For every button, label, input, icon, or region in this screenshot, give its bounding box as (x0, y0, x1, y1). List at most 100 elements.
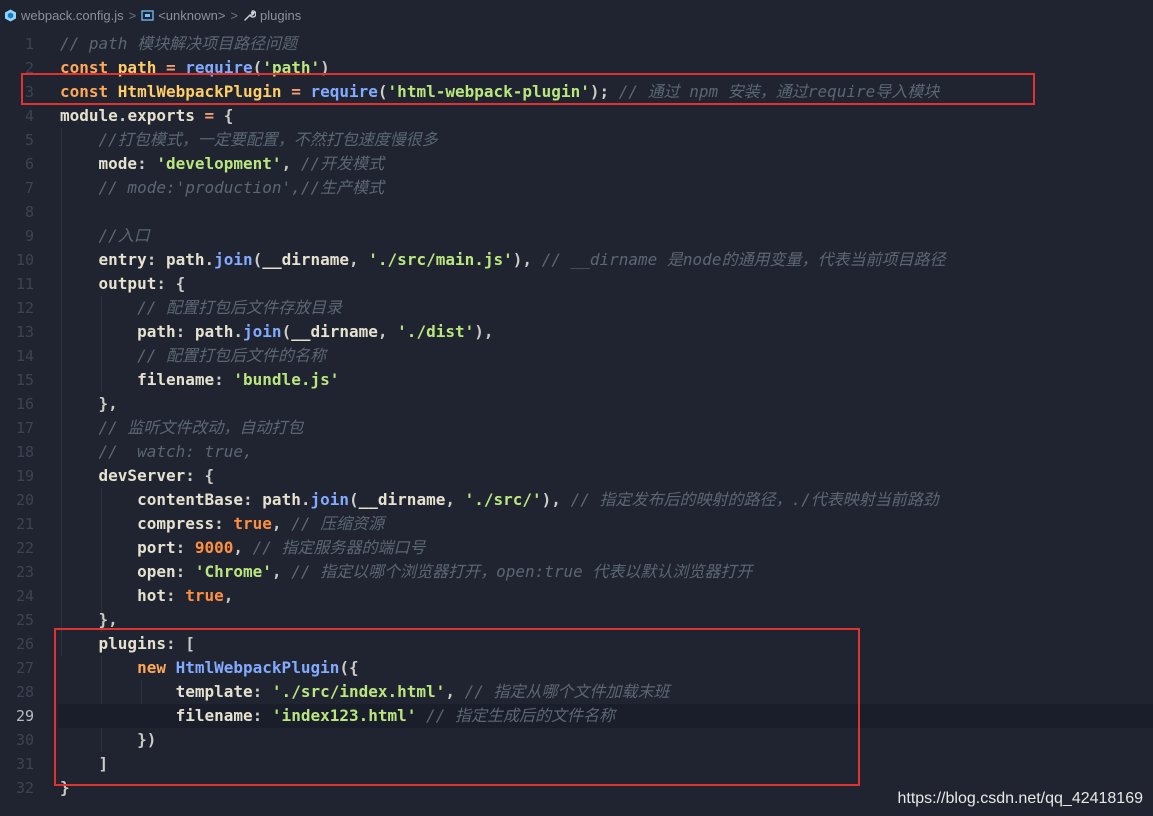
token-pun: : (175, 562, 195, 581)
token-pun: : { (156, 274, 186, 293)
line-number: 28 (15, 683, 34, 701)
code-line[interactable]: 14 // 配置打包后文件的名称 (0, 344, 1153, 368)
code-line[interactable]: 11 output: { (0, 272, 1153, 296)
code-line[interactable]: 19 devServer: { (0, 464, 1153, 488)
token-num: 9000 (194, 538, 234, 557)
token-pun: : (146, 250, 166, 269)
code-text: devServer: { (60, 464, 215, 488)
token-dim (60, 394, 99, 413)
token-prop: output (98, 274, 157, 293)
token-str: './src/' (464, 490, 542, 509)
token-dim (60, 418, 99, 437)
token-pun: , (349, 250, 369, 269)
token-bool: true (185, 586, 224, 605)
code-line[interactable]: 15 filename: 'bundle.js' (0, 368, 1153, 392)
line-number: 32 (15, 779, 34, 797)
token-pun: , (281, 154, 301, 173)
code-text: mode: 'development', //开发模式 (60, 152, 385, 176)
line-number: 27 (15, 659, 34, 677)
code-line[interactable]: 5 //打包模式，一定要配置，不然打包速度慢很多 (0, 128, 1153, 152)
token-prop: hot (137, 586, 166, 605)
token-cm: // 指定发布后的映射的路径，./代表映射当前路劲 (570, 490, 939, 509)
line-number: 24 (15, 587, 34, 605)
breadcrumb-symbol[interactable]: <unknown> (141, 8, 225, 23)
code-line[interactable]: 10 entry: path.join(__dirname, './src/ma… (0, 248, 1153, 272)
code-text: // 配置打包后文件存放目录 (60, 296, 342, 320)
code-line[interactable]: 18 // watch: true, (0, 440, 1153, 464)
token-pun: { (223, 106, 234, 125)
token-pun: , (223, 586, 234, 605)
code-text: compress: true, // 压缩资源 (60, 512, 384, 536)
token-fn: join (243, 322, 282, 341)
code-text: module.exports = { (60, 104, 233, 128)
token-prop: entry (98, 250, 147, 269)
breadcrumb-separator: > (230, 7, 239, 23)
token-dim (60, 490, 137, 509)
line-number: 6 (24, 155, 34, 173)
code-line[interactable]: 16 }, (0, 392, 1153, 416)
token-pun: . (233, 322, 244, 341)
token-dim (60, 250, 99, 269)
token-prop: __dirname (358, 490, 446, 509)
token-pun: ( (252, 250, 263, 269)
token-str: 'Chrome' (194, 562, 272, 581)
token-fn: join (310, 490, 349, 509)
token-dim (60, 370, 137, 389)
wrench-icon (243, 9, 257, 22)
breadcrumb-section[interactable]: plugins (243, 8, 301, 23)
code-text: // mode:'production',//生产模式 (60, 176, 385, 200)
line-number: 12 (15, 299, 34, 317)
code-line[interactable]: 8 (0, 200, 1153, 224)
token-prop: compress (137, 514, 215, 533)
line-number: 22 (15, 539, 34, 557)
token-str: 'development' (156, 154, 282, 173)
breadcrumb-section-label: plugins (260, 7, 302, 23)
line-number: 5 (24, 131, 34, 149)
token-pun: : (137, 154, 157, 173)
token-pun: ( (349, 490, 359, 509)
token-dim (60, 298, 137, 317)
token-pun: . (117, 106, 128, 125)
token-prop: filename (137, 370, 215, 389)
code-line[interactable]: 17 // 监听文件改动，自动打包 (0, 416, 1153, 440)
token-cm: // 监听文件改动，自动打包 (98, 418, 304, 437)
code-line[interactable]: 9 //入口 (0, 224, 1153, 248)
code-line[interactable]: 24 hot: true, (0, 584, 1153, 608)
token-dim (60, 346, 137, 365)
code-line[interactable]: 20 contentBase: path.join(__dirname, './… (0, 488, 1153, 512)
code-line[interactable]: 6 mode: 'development', //开发模式 (0, 152, 1153, 176)
token-pun: : (214, 370, 234, 389)
code-line[interactable]: 22 port: 9000, // 指定服务器的端口号 (0, 536, 1153, 560)
token-dim (60, 322, 137, 341)
object-symbol-icon (141, 9, 154, 22)
line-number: 20 (15, 491, 34, 509)
code-line[interactable]: 21 compress: true, // 压缩资源 (0, 512, 1153, 536)
code-text: }, (60, 392, 118, 416)
token-dim (60, 586, 137, 605)
code-text: contentBase: path.join(__dirname, './src… (60, 488, 939, 512)
code-text: // watch: true, (60, 440, 253, 464)
code-line[interactable]: 12 // 配置打包后文件存放目录 (0, 296, 1153, 320)
token-cm: // 配置打包后文件存放目录 (137, 298, 342, 317)
code-line[interactable]: 1 // path 模块解决项目路径问题 (0, 32, 1153, 56)
code-text: entry: path.join(__dirname, './src/main.… (60, 248, 946, 272)
token-prop: __dirname (262, 250, 350, 269)
code-line[interactable]: 13 path: path.join(__dirname, './dist'), (0, 320, 1153, 344)
token-cm: // 指定服务器的端口号 (252, 538, 426, 557)
token-pun: : (165, 586, 186, 605)
token-prop: path (165, 250, 205, 269)
line-number: 14 (15, 347, 34, 365)
token-cm: // __dirname 是node的通用变量，代表当前项目路径 (541, 250, 946, 269)
token-dim (60, 154, 99, 173)
breadcrumb-file[interactable]: webpack.config.js (4, 8, 124, 23)
code-text: //打包模式，一定要配置，不然打包速度慢很多 (60, 128, 438, 152)
code-line[interactable]: 7 // mode:'production',//生产模式 (0, 176, 1153, 200)
token-pun: , (445, 490, 465, 509)
token-dim (60, 514, 137, 533)
code-line[interactable]: 4 module.exports = { (0, 104, 1153, 128)
code-line[interactable]: 23 open: 'Chrome', // 指定以哪个浏览器打开，open:tr… (0, 560, 1153, 584)
token-prop: contentBase (137, 490, 244, 509)
token-pun: , (271, 562, 292, 581)
token-pun: ( (281, 322, 292, 341)
token-pun: ), (474, 322, 494, 341)
